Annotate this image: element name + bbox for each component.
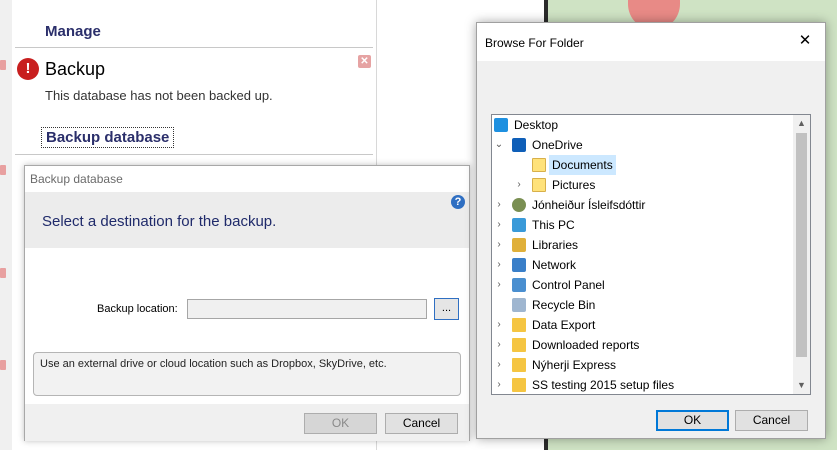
network-icon (512, 258, 526, 272)
scroll-down-icon[interactable]: ▼ (793, 377, 810, 394)
tree-item-label: SS testing 2015 setup files (532, 378, 675, 392)
tree-item-label: Documents (549, 155, 616, 175)
chevron-right-icon[interactable]: › (494, 335, 504, 355)
backup-location-label: Backup location: (97, 303, 178, 315)
folder-tree[interactable]: Desktop ⌄ OneDrive Documents › Pictures › Jónhe… (491, 114, 811, 395)
cancel-button[interactable]: Cancel (735, 410, 808, 431)
chevron-right-icon[interactable]: › (514, 175, 524, 195)
dialog-title: Browse For Folder (485, 36, 584, 50)
dialog-header: ? Select a destination for the backup. (25, 192, 469, 248)
tree-item-label: Pictures (552, 178, 596, 192)
status-marker (0, 165, 6, 175)
backup-database-link[interactable]: Backup database (41, 127, 175, 148)
libraries-icon (512, 238, 526, 252)
tree-item[interactable]: › Control Panel (492, 275, 794, 295)
folder-icon (512, 318, 526, 332)
cancel-button[interactable]: Cancel (385, 413, 458, 434)
chevron-right-icon[interactable]: › (494, 235, 504, 255)
ok-button[interactable]: OK (656, 410, 729, 431)
tree-item-label: Network (532, 258, 577, 272)
recycle-bin-icon (512, 298, 526, 312)
backup-status-text: This database has not been backed up. (45, 88, 273, 103)
tree-item[interactable]: › Downloaded reports (492, 335, 794, 355)
scroll-up-icon[interactable]: ▲ (793, 115, 810, 132)
backup-title: Backup (45, 59, 106, 79)
dialog-title: Backup database (30, 172, 123, 186)
left-strip (0, 0, 12, 450)
tree-item-label: OneDrive (532, 138, 583, 152)
tree-item[interactable]: › Jónheiður Ísleifsdóttir (492, 195, 794, 215)
hint-box: Use an external drive or cloud location … (33, 352, 461, 396)
browse-button[interactable]: ... (434, 298, 459, 320)
tree-item[interactable]: › SS testing 2015 setup files (492, 375, 794, 394)
tree-item[interactable]: › Data Export (492, 315, 794, 335)
chevron-right-icon[interactable]: › (494, 315, 504, 335)
tree-item[interactable]: › Libraries (492, 235, 794, 255)
chevron-down-icon[interactable]: ⌄ (494, 135, 504, 155)
chevron-right-icon[interactable]: › (494, 355, 504, 375)
dismiss-icon[interactable]: ✕ (358, 55, 371, 68)
chevron-right-icon[interactable]: › (494, 275, 504, 295)
chevron-right-icon[interactable]: › (494, 195, 504, 215)
tree-item-label: Recycle Bin (532, 298, 596, 312)
tree-item-label: Downloaded reports (532, 338, 640, 352)
folder-icon (512, 358, 526, 372)
folder-icon (532, 158, 546, 172)
tree-item[interactable]: › This PC (492, 215, 794, 235)
help-icon[interactable]: ? (451, 195, 465, 209)
tree-item-label: Nýherji Express (532, 358, 617, 372)
chevron-right-icon[interactable]: › (494, 375, 504, 394)
tree-item[interactable]: › Network (492, 255, 794, 275)
tree-item[interactable]: Recycle Bin (492, 295, 794, 315)
tree-item-label: Data Export (532, 318, 596, 332)
tree-item[interactable]: › Pictures (492, 175, 794, 195)
folder-icon (532, 178, 546, 192)
tree-item-label: Libraries (532, 238, 579, 252)
control-panel-icon (512, 278, 526, 292)
desktop-icon (494, 118, 508, 132)
close-icon[interactable]: ✕ (795, 31, 815, 51)
manage-heading: Manage (45, 23, 101, 40)
onedrive-icon (512, 138, 526, 152)
browse-for-folder-dialog: Browse For Folder ✕ Desktop ⌄ OneDrive Docu… (476, 22, 826, 439)
tree-item[interactable]: ⌄ OneDrive (492, 135, 794, 155)
status-marker (0, 60, 6, 70)
dialog-footer: OK Cancel (25, 404, 469, 441)
user-icon (512, 198, 526, 212)
tree-item[interactable]: › Nýherji Express (492, 355, 794, 375)
tree-item-label: Control Panel (532, 278, 605, 292)
status-marker (0, 360, 6, 370)
divider (15, 47, 373, 48)
tree-item[interactable]: Documents (492, 155, 794, 175)
folder-icon (512, 378, 526, 392)
backup-location-field[interactable] (187, 299, 427, 319)
tree-item[interactable]: Desktop (492, 115, 794, 135)
chevron-right-icon[interactable]: › (494, 215, 504, 235)
backup-database-dialog: Backup database ? Select a destination f… (24, 165, 470, 441)
chevron-right-icon[interactable]: › (494, 255, 504, 275)
tree-item-label: This PC (532, 218, 575, 232)
divider (15, 154, 373, 155)
tree-item-label: Jónheiður Ísleifsdóttir (532, 198, 646, 212)
scrollbar-thumb[interactable] (796, 133, 807, 357)
scrollbar[interactable]: ▲ ▼ (793, 115, 810, 394)
status-marker (0, 268, 6, 278)
dialog-instruction: Select a destination for the backup. (42, 213, 277, 230)
folder-icon (512, 338, 526, 352)
pc-icon (512, 218, 526, 232)
title-bar: Browse For Folder ✕ (477, 23, 825, 61)
ok-button[interactable]: OK (304, 413, 377, 434)
warning-icon: ! (17, 58, 39, 80)
tree-item-label: Desktop (514, 118, 559, 132)
